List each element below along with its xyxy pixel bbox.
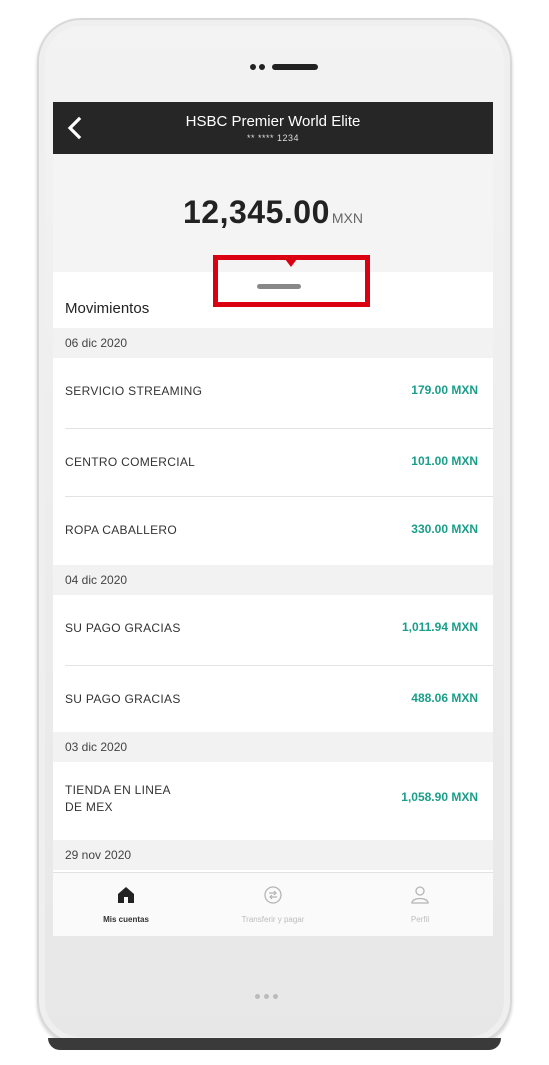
transaction-amount: 101.00 MXN bbox=[411, 454, 478, 468]
transfer-icon bbox=[264, 886, 282, 904]
date-header: 29 nov 2020 bbox=[53, 840, 493, 870]
phone-shadow bbox=[48, 1038, 501, 1050]
tab-label: Transferir y pagar bbox=[241, 915, 305, 924]
tab-label: Perfil bbox=[410, 915, 430, 924]
transaction-amount: 488.06 MXN bbox=[411, 691, 478, 705]
account-number: ** **** 1234 bbox=[246, 133, 300, 143]
bottom-tab-bar: Mis cuentas Transferir y pagar Perfil bbox=[53, 872, 493, 936]
tab-transferir-y-pagar[interactable]: Transferir y pagar bbox=[200, 873, 346, 936]
tab-mis-cuentas[interactable]: Mis cuentas bbox=[53, 873, 199, 936]
transaction-amount: 179.00 MXN bbox=[411, 383, 478, 397]
transaction-description-line1: TIENDA EN LINEA bbox=[65, 783, 171, 797]
transaction-row[interactable]: SU PAGO GRACIAS 1,011.94 MXN bbox=[53, 595, 493, 663]
transaction-row[interactable]: TIENDA EN LINEA DE MEX 1,058.90 MXN bbox=[53, 762, 493, 838]
transaction-description: ROPA CABALLERO bbox=[65, 523, 178, 537]
account-title: HSBC Premier World Elite bbox=[185, 113, 361, 130]
tab-label: Mis cuentas bbox=[103, 915, 149, 924]
transaction-row[interactable]: CENTRO COMERCIAL 101.00 MXN bbox=[53, 429, 493, 497]
top-bar: HSBC Premier World Elite ** **** 1234 bbox=[53, 102, 493, 154]
balance-currency: MXN bbox=[331, 210, 363, 226]
balance-amount: 12,345.00 bbox=[183, 194, 330, 230]
transaction-row[interactable]: ROPA CABALLERO 330.00 MXN bbox=[53, 497, 493, 565]
transaction-description: SU PAGO GRACIAS bbox=[65, 621, 181, 635]
transaction-row[interactable]: SU PAGO GRACIAS 488.06 MXN bbox=[53, 666, 493, 732]
movements-title: Movimientos bbox=[65, 300, 150, 317]
transaction-amount: 1,011.94 MXN bbox=[401, 620, 478, 634]
phone-speaker bbox=[250, 64, 320, 72]
profile-icon bbox=[411, 886, 429, 904]
date-header: 03 dic 2020 bbox=[53, 732, 493, 762]
transaction-amount: 1,058.90 MXN bbox=[401, 790, 478, 804]
transaction-row[interactable]: SERVICIO STREAMING 179.00 MXN bbox=[53, 358, 493, 426]
transaction-amount: 330.00 MXN bbox=[411, 522, 478, 536]
home-indicator bbox=[255, 994, 295, 1000]
transaction-description: SERVICIO STREAMING bbox=[65, 384, 203, 398]
balance-display: 12,345.00 MXN bbox=[53, 194, 493, 231]
transaction-description: SU PAGO GRACIAS bbox=[65, 692, 181, 706]
date-header: 04 dic 2020 bbox=[53, 565, 493, 595]
transaction-description-line2: DE MEX bbox=[65, 800, 113, 814]
transaction-description: CENTRO COMERCIAL bbox=[65, 455, 196, 469]
home-icon bbox=[118, 887, 134, 903]
highlight-pointer-icon bbox=[282, 255, 300, 267]
movements-sheet: Movimientos 06 dic 2020 SERVICIO STREAMI… bbox=[53, 255, 493, 872]
tab-perfil[interactable]: Perfil bbox=[347, 873, 493, 936]
app-screen: HSBC Premier World Elite ** **** 1234 12… bbox=[53, 102, 493, 936]
date-header: 06 dic 2020 bbox=[53, 328, 493, 358]
